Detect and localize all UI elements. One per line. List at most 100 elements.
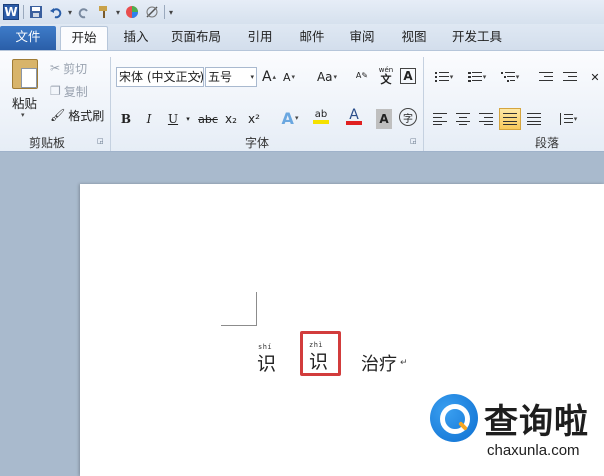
- decrease-indent-button[interactable]: [536, 67, 556, 87]
- align-center-icon: [456, 113, 470, 125]
- quick-access-toolbar: W ▾ ▾ ▾: [0, 0, 604, 24]
- font-name-combo[interactable]: 宋体 (中文正文) ▾: [116, 67, 204, 87]
- save-icon[interactable]: [28, 4, 44, 20]
- group-separator: [110, 57, 111, 151]
- format-painter-button[interactable]: 🖌 格式刷: [50, 106, 104, 124]
- cut-label: 剪切: [63, 61, 88, 76]
- copy-button[interactable]: ❐ 复制: [50, 82, 88, 100]
- enclose-characters-button[interactable]: 字: [399, 108, 417, 126]
- distributed-button[interactable]: [525, 109, 543, 129]
- justify-button[interactable]: [499, 108, 521, 130]
- tab-developer[interactable]: 开发工具: [449, 26, 505, 50]
- multilevel-list-icon: [500, 71, 515, 83]
- distributed-icon: [527, 113, 541, 125]
- clear-format-button[interactable]: A✎: [352, 66, 372, 86]
- bullets-button[interactable]: ▾: [430, 67, 458, 87]
- text-effects-label: A: [281, 108, 294, 128]
- highlight-box: [300, 331, 341, 376]
- copy-icon: ❐: [50, 84, 61, 98]
- paste-dropdown-icon[interactable]: ▾: [21, 111, 25, 119]
- phonetic-char-label: 文: [380, 73, 392, 86]
- shrink-font-button[interactable]: A ▾: [281, 67, 297, 87]
- toolbar-separator: [164, 5, 166, 19]
- group-separator: [423, 57, 424, 151]
- numbering-icon: [467, 71, 482, 83]
- font-color-bar: [346, 121, 362, 125]
- word-logo-icon: W: [3, 4, 19, 20]
- clipboard-launcher-icon[interactable]: ◲: [97, 137, 104, 145]
- chevron-down-icon: ▾: [197, 73, 201, 81]
- align-left-button[interactable]: [431, 109, 449, 129]
- tab-home[interactable]: 开始: [60, 26, 108, 50]
- phonetic-guide-button[interactable]: wén 文: [376, 65, 396, 85]
- character-shading-button[interactable]: A: [376, 109, 392, 129]
- font-name-value: 宋体 (中文正文): [119, 70, 204, 84]
- tab-insert[interactable]: 插入: [120, 26, 152, 50]
- character-border-button[interactable]: A: [400, 68, 416, 84]
- italic-button[interactable]: I: [141, 109, 157, 129]
- undo-icon[interactable]: [48, 4, 64, 20]
- tab-references[interactable]: 引用: [244, 26, 276, 50]
- highlight-button[interactable]: ab: [307, 107, 335, 127]
- line-spacing-button[interactable]: ▾: [555, 109, 581, 129]
- underline-button[interactable]: U: [165, 109, 181, 129]
- watermark-logo-icon: [430, 394, 478, 442]
- decrease-indent-icon: [539, 71, 553, 83]
- numbering-button[interactable]: ▾: [463, 67, 491, 87]
- toolbar-separator: [23, 5, 24, 19]
- highlight-color-bar: [313, 120, 329, 124]
- highlight-label: ab: [314, 109, 328, 120]
- paste-icon[interactable]: [12, 59, 38, 89]
- font-group-label: 字体: [244, 136, 269, 150]
- copy-label: 复制: [63, 84, 88, 99]
- tab-mailings[interactable]: 邮件: [296, 26, 328, 50]
- align-right-button[interactable]: [477, 109, 495, 129]
- underline-dropdown-icon[interactable]: ▾: [183, 109, 193, 129]
- ribbon-tabs: 文件 开始 插入 页面布局 引用 邮件 审阅 视图 开发工具: [0, 24, 604, 50]
- ribbon-home: 粘贴 ▾ ✂ 剪切 ❐ 复制 🖌 格式刷 剪贴板 ◲ 宋体 (中文正文) ▾ 五…: [0, 50, 604, 152]
- tab-view[interactable]: 视图: [398, 26, 430, 50]
- increase-indent-button[interactable]: [560, 67, 580, 87]
- multilevel-list-button[interactable]: ▾: [496, 67, 524, 87]
- font-size-value: 五号: [208, 70, 233, 84]
- cut-button[interactable]: ✂ 剪切: [50, 59, 87, 77]
- margin-corner-mark: [221, 325, 257, 326]
- bold-button[interactable]: B: [118, 109, 134, 129]
- undo-dropdown-icon[interactable]: ▾: [68, 8, 72, 17]
- increase-indent-icon: [563, 71, 577, 83]
- grow-font-label: A: [261, 69, 272, 85]
- font-size-combo[interactable]: 五号 ▾: [205, 67, 257, 87]
- customize-qat-icon[interactable]: ▾: [169, 8, 173, 17]
- paint-dropdown-icon[interactable]: ▾: [116, 8, 120, 17]
- shrink-font-label: A: [282, 70, 291, 84]
- align-center-button[interactable]: [454, 109, 472, 129]
- clipboard-group-label: 剪贴板: [28, 136, 65, 150]
- grow-font-button[interactable]: A ▴: [261, 67, 277, 87]
- color-wheel-icon[interactable]: [124, 4, 140, 20]
- font-color-button[interactable]: A: [341, 107, 367, 127]
- format-painter-qat-icon[interactable]: [96, 4, 112, 20]
- subscript-button[interactable]: x₂: [222, 109, 240, 129]
- brush-icon: 🖌: [50, 108, 66, 122]
- draw-icon[interactable]: [144, 4, 160, 20]
- line-spacing-icon: [559, 113, 573, 125]
- superscript-button[interactable]: x²: [245, 109, 263, 129]
- align-right-icon: [479, 113, 493, 125]
- chinese-layout-icon[interactable]: ✕: [588, 67, 602, 87]
- change-case-button[interactable]: Aa ▾: [313, 67, 341, 87]
- document-text[interactable]: 治疗: [361, 350, 397, 376]
- font-color-label: A: [349, 107, 359, 123]
- justify-icon: [503, 113, 517, 125]
- paragraph-mark: ↵: [400, 358, 408, 368]
- watermark-url: chaxunla.com: [487, 442, 580, 459]
- redo-icon[interactable]: [76, 4, 92, 20]
- text-effects-button[interactable]: A ▾: [277, 108, 303, 128]
- tab-file[interactable]: 文件: [0, 26, 56, 50]
- tab-review[interactable]: 审阅: [346, 26, 378, 50]
- paste-button[interactable]: 粘贴: [12, 93, 37, 112]
- document-char[interactable]: 识: [257, 349, 276, 376]
- strikethrough-button[interactable]: abc: [197, 109, 219, 129]
- tab-page-layout[interactable]: 页面布局: [168, 26, 224, 50]
- bullets-icon: [434, 71, 449, 83]
- font-launcher-icon[interactable]: ◲: [410, 137, 417, 145]
